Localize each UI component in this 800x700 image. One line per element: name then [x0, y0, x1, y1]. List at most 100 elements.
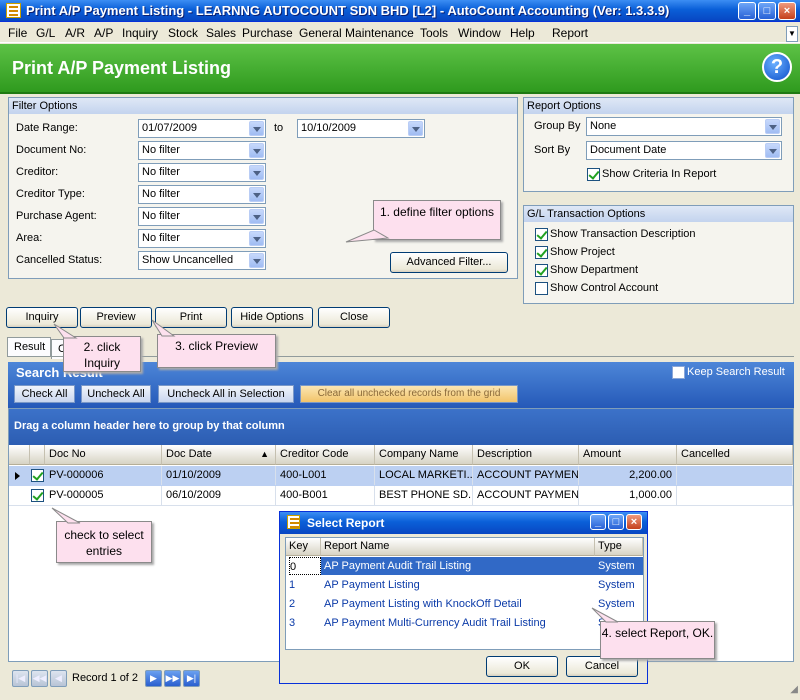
next-record-icon[interactable]: ▶ — [145, 670, 162, 687]
show-project-checkbox[interactable] — [535, 246, 548, 259]
preview-button[interactable]: Preview — [80, 307, 152, 328]
menu-file[interactable]: File — [8, 26, 27, 40]
tab-result[interactable]: Result — [7, 337, 51, 357]
cell-cancelled — [677, 486, 793, 505]
chevron-down-icon[interactable] — [249, 231, 264, 246]
last-record-icon[interactable]: ▶| — [183, 670, 200, 687]
table-row[interactable]: PV-000005 06/10/2009 400-B001 BEST PHONE… — [9, 486, 793, 506]
uncheck-selection-button[interactable]: Uncheck All in Selection — [158, 385, 294, 403]
cancelled-status-value: Show Uncancelled — [142, 254, 234, 266]
menu-ap[interactable]: A/P — [94, 26, 113, 40]
col-description[interactable]: Description — [473, 445, 579, 465]
item-key: 2 — [289, 598, 296, 610]
creditor-type-field[interactable]: No filter — [138, 185, 266, 204]
size-grip-icon[interactable]: ◢ — [784, 684, 798, 698]
menu-purchase[interactable]: Purchase — [242, 26, 293, 40]
document-no-field[interactable]: No filter — [138, 141, 266, 160]
hide-options-button[interactable]: Hide Options — [231, 307, 313, 328]
uncheck-all-button[interactable]: Uncheck All — [81, 385, 151, 403]
group-by-drop-area[interactable]: Drag a column header here to group by th… — [9, 409, 793, 445]
group-by-value: None — [590, 120, 617, 132]
sort-by-select[interactable]: Document Date — [586, 141, 782, 160]
col-creditor-code[interactable]: Creditor Code — [276, 445, 375, 465]
cancelled-status-field[interactable]: Show Uncancelled — [138, 251, 266, 270]
menu-report[interactable]: Report — [552, 26, 588, 40]
col-report-name[interactable]: Report Name — [321, 538, 595, 556]
item-report-name: AP Payment Listing — [324, 579, 420, 591]
chevron-down-icon[interactable] — [408, 121, 423, 136]
document-no-label: Document No: — [16, 144, 87, 156]
table-row[interactable]: PV-000006 01/10/2009 400-L001 LOCAL MARK… — [9, 466, 793, 486]
date-range-label: Date Range: — [16, 122, 78, 134]
menu-stock[interactable]: Stock — [168, 26, 198, 40]
chevron-down-icon[interactable] — [249, 253, 264, 268]
help-icon[interactable]: ? — [762, 52, 792, 82]
menu-ar[interactable]: A/R — [65, 26, 85, 40]
row-select-checkbox[interactable] — [31, 489, 44, 502]
chevron-down-icon[interactable] — [249, 165, 264, 180]
row-indicator-header — [9, 445, 30, 465]
show-control-account-checkbox[interactable] — [535, 282, 548, 295]
maximize-icon[interactable]: □ — [608, 514, 624, 530]
menu-general-maintenance[interactable]: General Maintenance — [299, 26, 414, 40]
item-report-name: AP Payment Multi-Currency Audit Trail Li… — [324, 617, 546, 629]
first-record-icon[interactable]: |◀ — [12, 670, 29, 687]
list-item[interactable]: 1 AP Payment Listing System — [286, 576, 643, 594]
chevron-down-icon[interactable] — [249, 143, 264, 158]
date-to-field[interactable]: 10/10/2009 — [297, 119, 425, 138]
show-criteria-checkbox[interactable] — [587, 168, 600, 181]
minimize-icon[interactable]: _ — [738, 2, 756, 20]
minimize-icon[interactable]: _ — [590, 514, 606, 530]
date-to-value: 10/10/2009 — [301, 122, 357, 134]
cell-creditor-code: 400-L001 — [276, 466, 375, 485]
col-doc-date-label: Doc Date — [166, 448, 212, 460]
clear-unchecked-button[interactable]: Clear all unchecked records from the gri… — [300, 385, 518, 403]
menu-window[interactable]: Window — [458, 26, 501, 40]
menu-scroll-icon[interactable]: ▼ — [786, 26, 798, 42]
menu-sales[interactable]: Sales — [206, 26, 236, 40]
col-doc-date[interactable]: Doc Date ▲ — [162, 445, 276, 465]
col-key[interactable]: Key — [286, 538, 321, 556]
menu-gl[interactable]: G/L — [36, 26, 55, 40]
cell-doc-date: 01/10/2009 — [162, 466, 276, 485]
group-by-select[interactable]: None — [586, 117, 782, 136]
col-cancelled[interactable]: Cancelled — [677, 445, 793, 465]
menu-tools[interactable]: Tools — [420, 26, 448, 40]
select-column-header[interactable] — [30, 445, 45, 465]
purchase-agent-field[interactable]: No filter — [138, 207, 266, 226]
list-item[interactable]: 0 AP Payment Audit Trail Listing System — [286, 557, 643, 575]
area-field[interactable]: No filter — [138, 229, 266, 248]
menu-help[interactable]: Help — [510, 26, 535, 40]
advanced-filter-button[interactable]: Advanced Filter... — [390, 252, 508, 273]
chevron-down-icon[interactable] — [249, 121, 264, 136]
col-amount[interactable]: Amount — [579, 445, 677, 465]
callout-tail — [53, 323, 78, 339]
cell-description: ACCOUNT PAYMENT — [473, 486, 579, 505]
chevron-down-icon[interactable] — [765, 143, 780, 158]
chevron-down-icon[interactable] — [249, 209, 264, 224]
close-icon[interactable]: × — [778, 2, 796, 20]
col-doc-no[interactable]: Doc No — [45, 445, 162, 465]
row-select-checkbox[interactable] — [31, 469, 44, 482]
col-company-name[interactable]: Company Name — [375, 445, 473, 465]
prev-page-icon[interactable]: ◀◀ — [31, 670, 48, 687]
check-all-button[interactable]: Check All — [14, 385, 75, 403]
show-transaction-description-checkbox[interactable] — [535, 228, 548, 241]
show-department-checkbox[interactable] — [535, 264, 548, 277]
ok-button[interactable]: OK — [486, 656, 558, 677]
close-icon[interactable]: × — [626, 514, 642, 530]
next-page-icon[interactable]: ▶▶ — [164, 670, 181, 687]
maximize-icon[interactable]: □ — [758, 2, 776, 20]
close-button[interactable]: Close — [318, 307, 390, 328]
purchase-agent-value: No filter — [142, 210, 180, 222]
creditor-field[interactable]: No filter — [138, 163, 266, 182]
group-by-label: Group By — [534, 120, 581, 132]
chevron-down-icon[interactable] — [249, 187, 264, 202]
menu-inquiry[interactable]: Inquiry — [122, 26, 158, 40]
chevron-down-icon[interactable] — [765, 119, 780, 134]
keep-search-result-checkbox[interactable] — [672, 366, 685, 379]
col-type[interactable]: Type — [595, 538, 643, 556]
prev-record-icon[interactable]: ◀ — [50, 670, 67, 687]
cancel-button[interactable]: Cancel — [566, 656, 638, 677]
date-from-field[interactable]: 01/07/2009 — [138, 119, 266, 138]
